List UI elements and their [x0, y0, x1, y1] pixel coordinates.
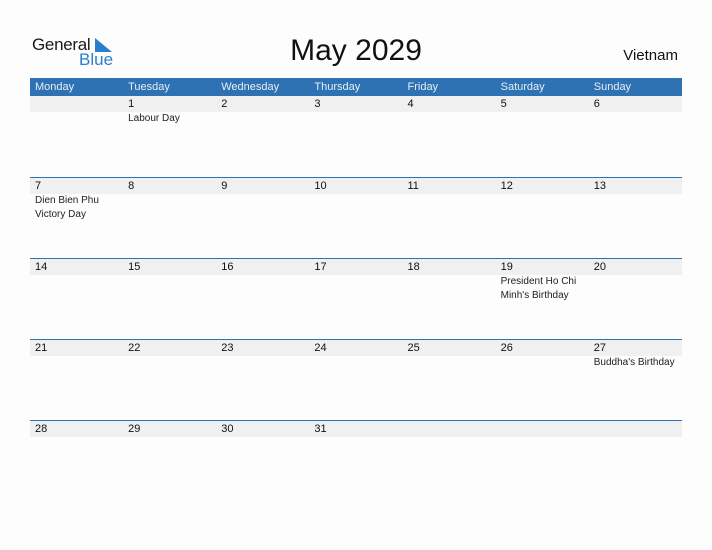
week-row: 7 Dien Bien Phu Victory Day 8 9 10 11 12 13 [30, 177, 682, 258]
day-cell[interactable]: 30 [216, 421, 309, 437]
day-number [408, 421, 496, 437]
day-cell[interactable] [403, 421, 496, 437]
day-cell[interactable]: 2 [216, 96, 309, 126]
day-number: 1 [128, 98, 135, 110]
day-cell[interactable]: 25 [403, 340, 496, 370]
weekday-thursday: Thursday [314, 81, 361, 93]
day-number: 21 [35, 342, 48, 354]
country-label: Vietnam [623, 47, 678, 64]
day-number: 18 [407, 261, 420, 273]
day-cell[interactable]: 4 [403, 96, 496, 126]
week-cells: 21 22 23 24 25 26 27 Buddha's Birthday [30, 340, 682, 370]
holiday-label: President Ho Chi Minh's Birthday [500, 276, 577, 301]
week-row: 14 15 16 17 18 19 President Ho Chi Minh's Birt… [30, 258, 682, 339]
weekday-saturday: Saturday [500, 81, 545, 93]
day-cell[interactable]: 20 [589, 259, 682, 303]
day-cell[interactable]: 17 [309, 259, 402, 303]
day-cell[interactable]: 7 Dien Bien Phu Victory Day [30, 178, 123, 222]
day-cell[interactable]: 28 [30, 421, 123, 437]
day-cell[interactable]: 23 [216, 340, 309, 370]
day-number: 7 [35, 180, 42, 192]
day-cell[interactable]: 8 [123, 178, 216, 222]
day-cell[interactable]: 31 [309, 421, 402, 437]
day-number: 22 [128, 342, 141, 354]
day-number: 24 [314, 342, 327, 354]
weekday-tuesday: Tuesday [128, 81, 170, 93]
day-cell[interactable]: 21 [30, 340, 123, 370]
week-cells: 14 15 16 17 18 19 President Ho Chi Minh's Birt… [30, 259, 682, 303]
day-number [594, 421, 682, 437]
calendar-grid: Monday Tuesday Wednesday Thursday Friday… [30, 78, 682, 501]
day-number: 19 [500, 261, 513, 273]
day-number: 30 [221, 423, 234, 435]
day-number: 6 [593, 98, 600, 110]
day-number: 28 [35, 423, 48, 435]
day-number [501, 421, 589, 437]
day-cell[interactable]: 26 [496, 340, 589, 370]
day-cell[interactable]: 27 Buddha's Birthday [589, 340, 682, 370]
day-number [35, 96, 123, 112]
day-number: 25 [407, 342, 420, 354]
day-cell[interactable]: 15 [123, 259, 216, 303]
day-cell[interactable]: 9 [216, 178, 309, 222]
day-cell[interactable]: 10 [309, 178, 402, 222]
day-cell[interactable]: 16 [216, 259, 309, 303]
day-cell[interactable] [30, 96, 123, 126]
day-number: 11 [407, 180, 419, 192]
weeks: 1 Labour Day 2 3 4 5 6 7 Dien Bien Phu Victory D… [30, 96, 682, 501]
day-cell[interactable]: 6 [589, 96, 682, 126]
day-number: 20 [593, 261, 606, 273]
weekday-sunday: Sunday [593, 81, 632, 93]
day-number: 27 [593, 342, 606, 354]
day-number: 14 [35, 261, 48, 273]
holiday-label: Buddha's Birthday [593, 357, 675, 368]
day-cell[interactable]: 3 [309, 96, 402, 126]
week-row: 21 22 23 24 25 26 27 Buddha's Birthday [30, 339, 682, 420]
day-number: 5 [500, 98, 507, 110]
day-number: 8 [128, 180, 135, 192]
day-cell[interactable]: 12 [496, 178, 589, 222]
day-number: 4 [407, 98, 414, 110]
day-cell[interactable]: 22 [123, 340, 216, 370]
day-cell[interactable]: 29 [123, 421, 216, 437]
day-cell[interactable]: 5 [496, 96, 589, 126]
day-cell[interactable]: 1 Labour Day [123, 96, 216, 126]
day-number: 31 [314, 423, 327, 435]
day-cell[interactable]: 24 [309, 340, 402, 370]
day-number: 29 [128, 423, 141, 435]
weekday-friday: Friday [407, 81, 439, 93]
day-number: 17 [314, 261, 327, 273]
day-number: 10 [314, 180, 327, 192]
week-cells: 7 Dien Bien Phu Victory Day 8 9 10 11 12 13 [30, 178, 682, 222]
day-cell[interactable]: 19 President Ho Chi Minh's Birthday [496, 259, 589, 303]
weekday-monday: Monday [35, 81, 75, 93]
day-number: 9 [221, 180, 228, 192]
day-number: 12 [500, 180, 513, 192]
holiday-label: Labour Day [128, 113, 180, 124]
day-cell[interactable]: 13 [589, 178, 682, 222]
week-cells: 1 Labour Day 2 3 4 5 6 [30, 96, 682, 126]
day-number: 13 [593, 180, 606, 192]
weekday-header: Monday Tuesday Wednesday Thursday Friday… [30, 78, 682, 96]
week-row: 1 Labour Day 2 3 4 5 6 [30, 96, 682, 177]
day-cell[interactable] [589, 421, 682, 437]
weekday-wednesday: Wednesday [221, 81, 280, 93]
day-cell[interactable]: 18 [403, 259, 496, 303]
day-number: 2 [221, 98, 228, 110]
day-number: 26 [500, 342, 513, 354]
holiday-label: Dien Bien Phu Victory Day [35, 195, 99, 220]
page-title: May 2029 [290, 34, 422, 67]
week-cells: 28 29 30 31 [30, 421, 682, 437]
day-cell[interactable]: 11 [403, 178, 496, 222]
day-number: 23 [221, 342, 234, 354]
day-cell[interactable] [496, 421, 589, 437]
week-row: 28 29 30 31 [30, 420, 682, 501]
day-number: 15 [128, 261, 141, 273]
day-number: 3 [314, 98, 321, 110]
day-number: 16 [221, 261, 234, 273]
day-cell[interactable]: 14 [30, 259, 123, 303]
